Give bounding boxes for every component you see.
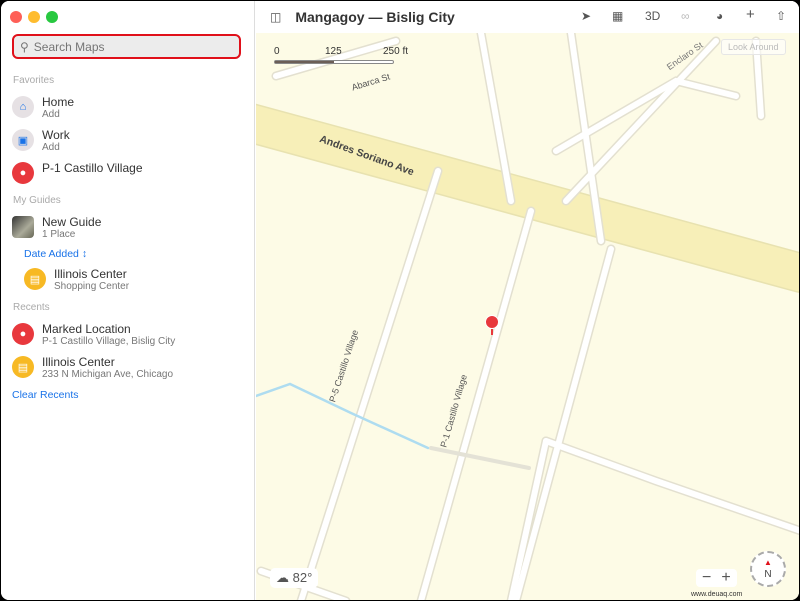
temperature: 82° [292,570,313,585]
weather-badge: ☁ 82° [270,568,319,588]
scale-label: 0 [274,46,280,57]
item-subtitle: Add [42,142,60,153]
item-subtitle: Shopping Center [54,281,130,292]
recent-marked-location[interactable]: ● Marked Location P-1 Castillo Village, B… [12,322,175,348]
search-icon: ⚲ [20,39,29,54]
pin-icon: ● [12,323,34,345]
item-subtitle: 1 Place [42,229,76,240]
shopping-bag-icon: ▤ [12,356,34,378]
cloud-icon: ☁ [276,570,289,585]
briefcase-icon: ▣ [12,129,34,151]
scale-label: 125 [325,46,342,57]
recents-heading: Recents [13,302,50,313]
scale-bar: 0 125 250 ft [274,46,408,64]
north-arrow-icon: ▲ [764,558,772,567]
home-icon: ⌂ [12,96,34,118]
guide-new[interactable]: New Guide 1 Place [12,215,101,241]
look-around-button[interactable]: Look Around [721,39,786,55]
location-arrow-icon[interactable]: ➤ [581,9,591,23]
item-subtitle: 233 N Michigan Ave, Chicago [42,369,174,380]
tracking-icon[interactable]: ◕ [716,9,723,23]
sidebar-toggle-icon[interactable]: ◫ [270,10,281,24]
search-field[interactable]: ⚲ [12,34,241,59]
item-title: Illinois Center [54,267,127,281]
close-button[interactable] [10,11,22,23]
shopping-bag-icon: ▤ [24,268,46,290]
sort-label: Date Added [24,248,79,260]
item-title: P-1 Castillo Village [42,161,143,175]
maps-window: ⚲ Favorites ⌂ HomeAdd ▣ WorkAdd ● P-1 Ca… [1,1,799,600]
window-title: Mangagoy — Bislig City [295,9,455,25]
sidebar: ⚲ Favorites ⌂ HomeAdd ▣ WorkAdd ● P-1 Ca… [1,1,255,600]
item-subtitle: Add [42,109,60,120]
pin-icon: ● [12,162,34,184]
item-subtitle: P-1 Castillo Village, Bislig City [42,336,176,347]
binoculars-icon[interactable]: ∞ [681,9,690,23]
item-title: Marked Location [42,322,131,336]
guide-thumbnail [12,216,34,238]
favorite-castillo[interactable]: ● P-1 Castillo Village [12,161,143,184]
item-title: Work [42,128,70,142]
map-canvas [256,28,799,600]
window-controls [10,11,58,23]
watermark: www.deuaq.com [691,591,743,598]
favorite-work[interactable]: ▣ Work Add [12,128,70,154]
minimize-button[interactable] [28,11,40,23]
fullscreen-button[interactable] [46,11,58,23]
compass[interactable]: ▲ N [750,551,786,587]
item-title: New Guide [42,215,102,229]
guides-heading: My Guides [13,195,61,206]
scale-label: 250 ft [383,46,409,57]
compass-label: N [764,569,772,580]
toolbar: ◫ Mangagoy — Bislig City ➤ ▦ 3D ∞ ◕ + ⇧ [256,1,799,33]
location-pin[interactable] [485,315,499,329]
pin-stem [491,329,493,335]
share-icon[interactable]: ⇧ [776,9,786,23]
item-title: Illinois Center [42,355,115,369]
clear-recents-link[interactable]: Clear Recents [12,389,79,401]
zoom-out-button[interactable]: − [702,569,711,587]
chevron-updown-icon: ↕ [81,248,88,260]
3d-button[interactable]: 3D [645,9,660,23]
add-icon[interactable]: + [746,6,755,23]
favorites-heading: Favorites [13,75,55,86]
search-input[interactable] [33,39,224,54]
sort-date-added[interactable]: Date Added ↕ [24,248,87,260]
item-title: Home [42,95,75,109]
map-icon[interactable]: ▦ [612,9,623,23]
favorite-home[interactable]: ⌂ Home Add [12,95,74,121]
map-view[interactable]: Andres Soriano Ave Abarca St P-5 Castill… [256,1,799,600]
recent-illinois[interactable]: ▤ Illinois Center 233 N Michigan Ave, Chi… [12,355,173,381]
guide-item-illinois[interactable]: ▤ Illinois Center Shopping Center [24,267,129,293]
zoom-in-button[interactable]: + [721,569,730,587]
zoom-controls: − + [696,569,737,587]
scale-track [274,60,394,64]
